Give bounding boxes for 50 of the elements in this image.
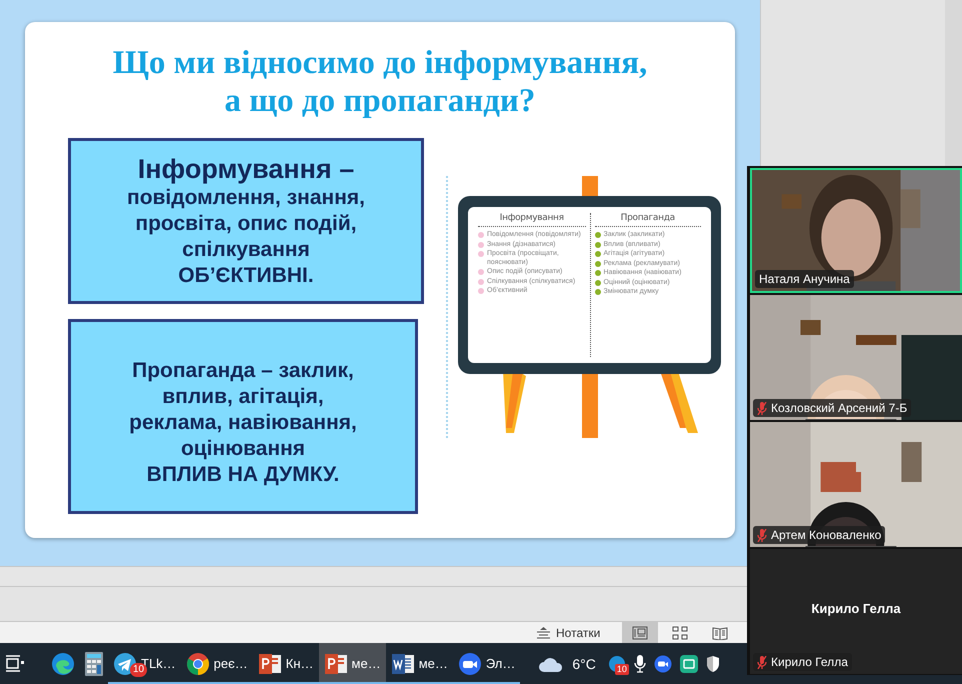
app-tray-icon[interactable] xyxy=(680,654,698,672)
name-label: Козловский Арсений 7-Б xyxy=(753,399,912,417)
scrollbar[interactable] xyxy=(945,0,962,166)
video-tile[interactable]: Кирило Гелла Кирило Гелла xyxy=(750,549,962,674)
box-text: Пропаганда – заклик, xyxy=(131,358,355,384)
box-text: вплив, агітація, xyxy=(161,384,325,410)
calculator-icon[interactable] xyxy=(85,652,103,676)
slide-title: Що ми відносимо до інформування, xyxy=(112,44,648,82)
video-tile[interactable]: Наталя Анучина xyxy=(750,168,962,293)
participant-name: Кирило Гелла xyxy=(810,601,902,616)
name-label: Наталя Анучина xyxy=(755,270,854,288)
taskbar-app[interactable]: Эл… xyxy=(452,643,520,684)
taskbar-app[interactable]: Кн… xyxy=(252,643,319,684)
browser-icon[interactable] xyxy=(186,652,210,676)
video-app-icon[interactable] xyxy=(458,652,482,676)
box-text: реклама, навіювання, xyxy=(128,410,358,436)
cloud-icon[interactable] xyxy=(538,656,564,672)
taskbar-app[interactable]: ме… xyxy=(386,643,453,684)
horizontal-scrollbar[interactable] xyxy=(0,566,747,586)
board-heading: Пропаганда xyxy=(594,213,701,227)
board-heading: Інформування xyxy=(478,213,586,227)
box-text: повідомлення, знання, xyxy=(126,184,366,210)
shield-icon[interactable] xyxy=(706,654,720,672)
box-text: просвіта, опис подій, xyxy=(134,210,358,236)
grid-view-icon xyxy=(672,626,688,640)
taskbar-app[interactable]: ме… xyxy=(318,643,386,684)
normal-view-button[interactable] xyxy=(622,622,658,643)
taskbar-app[interactable]: реє… xyxy=(180,643,253,684)
name-label: Кирило Гелла xyxy=(753,653,852,671)
name-label: Артем Коноваленко xyxy=(753,526,886,544)
video-app-icon[interactable] xyxy=(654,654,672,672)
book-view-icon xyxy=(712,626,728,640)
box-text: спілкування xyxy=(181,236,311,262)
video-tile[interactable]: Артем Коноваленко xyxy=(750,422,962,547)
presentation-app-icon[interactable] xyxy=(258,652,282,676)
temperature[interactable]: 6°C xyxy=(572,656,596,672)
notes-icon xyxy=(537,626,550,638)
slide-title: а що до пропаганди? xyxy=(224,82,536,120)
video-tile[interactable]: Козловский Арсений 7-Б xyxy=(750,295,962,420)
presentation-app-icon[interactable] xyxy=(324,652,348,676)
notes-button[interactable]: Нотатки xyxy=(537,626,600,640)
normal-view-icon xyxy=(632,626,648,640)
microphone-icon[interactable] xyxy=(634,654,646,672)
task-view-icon[interactable] xyxy=(5,654,25,672)
browser-icon[interactable] xyxy=(51,652,75,676)
document-app-icon[interactable] xyxy=(390,652,415,676)
box-text: ОБ’ЄКТИВНІ. xyxy=(177,262,315,288)
box-text: оцінювання xyxy=(180,436,306,462)
box-text: ВПЛИВ НА ДУМКУ. xyxy=(146,462,340,488)
box-heading: Інформування – xyxy=(136,154,356,184)
